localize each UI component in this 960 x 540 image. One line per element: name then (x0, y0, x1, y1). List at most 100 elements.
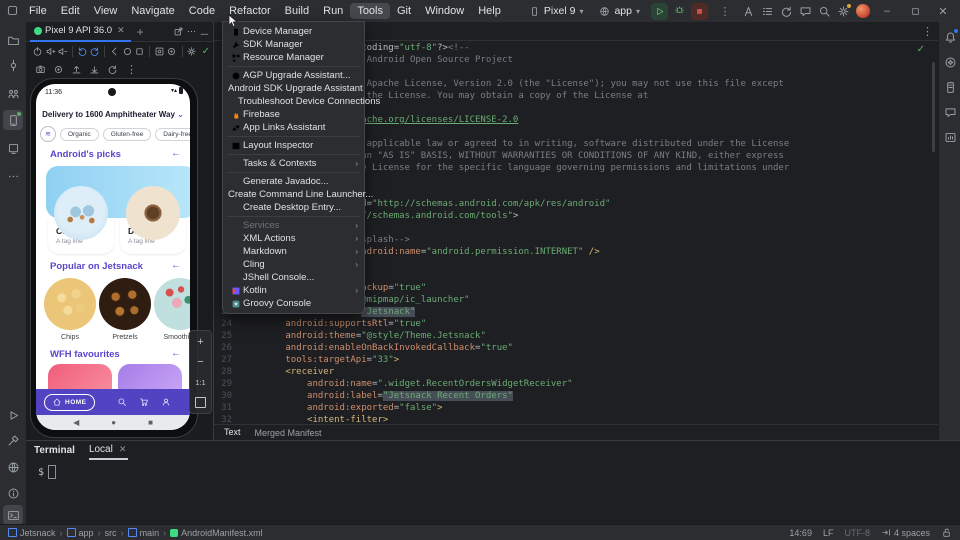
tools-menu-item-jshell-console[interactable]: JShell Console... (223, 271, 364, 284)
rotate-l-icon[interactable] (77, 46, 88, 57)
tool-strip-device-explorer[interactable] (940, 77, 960, 97)
profile-icon[interactable] (161, 397, 171, 407)
status-line-ending[interactable]: LF (823, 528, 834, 538)
upload-icon[interactable] (68, 64, 85, 75)
tools-menu-item-app-links-assistant[interactable]: App Links Assistant (223, 121, 364, 134)
add-device-tab-icon[interactable]: + (135, 25, 146, 39)
popular-image-smoothies[interactable] (154, 278, 190, 330)
phone-screen[interactable]: 11:36 ▾▴ Delivery to 1600 Amphitheater W… (36, 84, 190, 430)
zoom-reset-button[interactable]: 1:1 (190, 373, 211, 391)
window-minimize-button[interactable]: – (876, 0, 898, 22)
tool-strip-commit[interactable] (3, 55, 23, 75)
menubar-item-tools[interactable]: Tools (350, 3, 390, 19)
reset-icon[interactable] (104, 64, 121, 75)
minimize-panel-icon[interactable] (199, 26, 210, 37)
live-edit-check-icon[interactable]: ✓ (199, 46, 213, 57)
tool-strip-insights[interactable] (940, 127, 960, 147)
tools-menu-item-cling[interactable]: Cling› (223, 258, 364, 271)
lock-open-icon[interactable] (941, 527, 952, 538)
record-icon[interactable] (50, 64, 67, 75)
status-indentation[interactable]: 4 spaces (881, 527, 930, 538)
terminal-tab-local[interactable]: Local ✕ (89, 440, 128, 460)
cart-icon[interactable] (139, 397, 149, 407)
record-icon[interactable] (166, 46, 177, 57)
tool-strip-device-manager[interactable] (3, 138, 23, 158)
tool-strip-running-devices[interactable] (3, 110, 23, 130)
nav-home-button[interactable]: HOME (44, 394, 95, 411)
tools-menu-item-android-sdk-upgrade-assistant[interactable]: Android SDK Upgrade Assistant (223, 82, 364, 95)
wfh-arrow-icon[interactable]: ← (171, 348, 181, 359)
zoom-in-button[interactable]: + (190, 333, 211, 351)
tools-menu-item-create-command-line-launcher[interactable]: Create Command Line Launcher... (223, 188, 364, 201)
filter-chip-organic[interactable]: Organic (60, 128, 99, 141)
menubar-item-build[interactable]: Build (278, 3, 316, 19)
power-icon[interactable] (32, 46, 43, 57)
debug-button[interactable] (674, 4, 685, 18)
tools-menu-item-create-desktop-entry[interactable]: Create Desktop Entry... (223, 201, 364, 214)
tool-strip-more-h[interactable] (3, 166, 23, 186)
close-terminal-tab-icon[interactable]: ✕ (117, 444, 129, 455)
filter-icon[interactable]: ≋ (40, 126, 56, 142)
breadcrumb-androidmanifest-xml[interactable]: AndroidManifest.xml (170, 528, 263, 538)
manifest-tab-merged-manifest[interactable]: Merged Manifest (255, 426, 322, 441)
tools-menu-item-xml-actions[interactable]: XML Actions› (223, 232, 364, 245)
search-icon[interactable] (818, 5, 831, 18)
filter-chip-gluten-free[interactable]: Gluten-free (103, 128, 152, 141)
nav-home-button[interactable]: ● (111, 418, 116, 427)
tools-menu-item-firebase[interactable]: Firebase (223, 108, 364, 121)
emulator-more-icon[interactable]: ⋮ (122, 63, 141, 76)
filter-chip-dairy-free[interactable]: Dairy-free (155, 128, 190, 141)
popular-arrow-icon[interactable]: ← (171, 260, 181, 271)
zoom-fit-button[interactable] (190, 393, 211, 411)
breadcrumb-src[interactable]: src (105, 528, 117, 538)
screenshot-icon[interactable] (154, 46, 165, 57)
tool-strip-build[interactable] (3, 430, 23, 450)
todo-icon[interactable] (761, 5, 774, 18)
tools-menu-item-device-manager[interactable]: Device Manager (223, 25, 364, 38)
delivery-address[interactable]: Delivery to 1600 Amphitheater Way ⌄ (36, 110, 190, 119)
tools-menu-item-sdk-manager[interactable]: SDK Manager (223, 38, 364, 51)
download-icon[interactable] (86, 64, 103, 75)
camera-icon[interactable] (32, 64, 49, 75)
popular-image-pretzels[interactable] (99, 278, 151, 330)
tools-menu-item-markdown[interactable]: Markdown› (223, 245, 364, 258)
toolbar-more-icon[interactable]: ⋮ (714, 0, 736, 22)
gear-icon[interactable] (837, 5, 850, 18)
tool-strip-assistant[interactable] (940, 52, 960, 72)
window-close-button[interactable]: ✕ (932, 0, 954, 22)
editor-more-icon[interactable]: ⋮ (922, 25, 933, 38)
window-maximize-button[interactable] (904, 0, 926, 22)
tools-menu-item-agp-upgrade-assistant[interactable]: AGP Upgrade Assistant... (223, 69, 364, 82)
picks-arrow-icon[interactable]: ← (171, 148, 181, 159)
menubar-item-view[interactable]: View (87, 3, 125, 19)
zoom-out-button[interactable]: − (190, 353, 211, 371)
status-caret-position[interactable]: 14:69 (789, 528, 812, 538)
terminal-prompt[interactable]: $ (26, 459, 960, 479)
menubar-item-edit[interactable]: Edit (54, 3, 87, 19)
run-button[interactable] (651, 3, 668, 20)
overview-icon[interactable] (134, 46, 145, 57)
attach-icon[interactable] (742, 5, 755, 18)
menubar-item-run[interactable]: Run (316, 3, 350, 19)
more-h-icon[interactable] (186, 26, 197, 37)
breadcrumb-main[interactable]: main (128, 528, 160, 538)
menubar-item-file[interactable]: File (22, 3, 54, 19)
user-avatar[interactable] (856, 4, 870, 18)
sync-icon[interactable] (780, 5, 793, 18)
device-selector[interactable]: Pixel 9▾ (524, 4, 589, 18)
tool-strip-problems[interactable] (3, 483, 23, 503)
menubar-item-git[interactable]: Git (390, 3, 418, 19)
tools-menu-item-groovy-console[interactable]: Groovy Console (223, 297, 364, 310)
rotate-r-icon[interactable] (89, 46, 100, 57)
breadcrumb-app[interactable]: app (67, 528, 94, 538)
tool-strip-services[interactable] (3, 457, 23, 477)
settings-b-icon[interactable] (186, 46, 197, 57)
volume-up-icon[interactable] (44, 46, 55, 57)
logcat-icon[interactable] (799, 5, 812, 18)
tools-menu-item-troubleshoot-device-connections[interactable]: Troubleshoot Device Connections (223, 95, 364, 108)
status-file-encoding[interactable]: UTF-8 (844, 528, 870, 538)
home-btn-icon[interactable] (122, 46, 133, 57)
stop-button[interactable] (691, 3, 708, 20)
back-icon[interactable] (109, 46, 120, 57)
nav-overview-button[interactable]: ■ (148, 418, 153, 427)
